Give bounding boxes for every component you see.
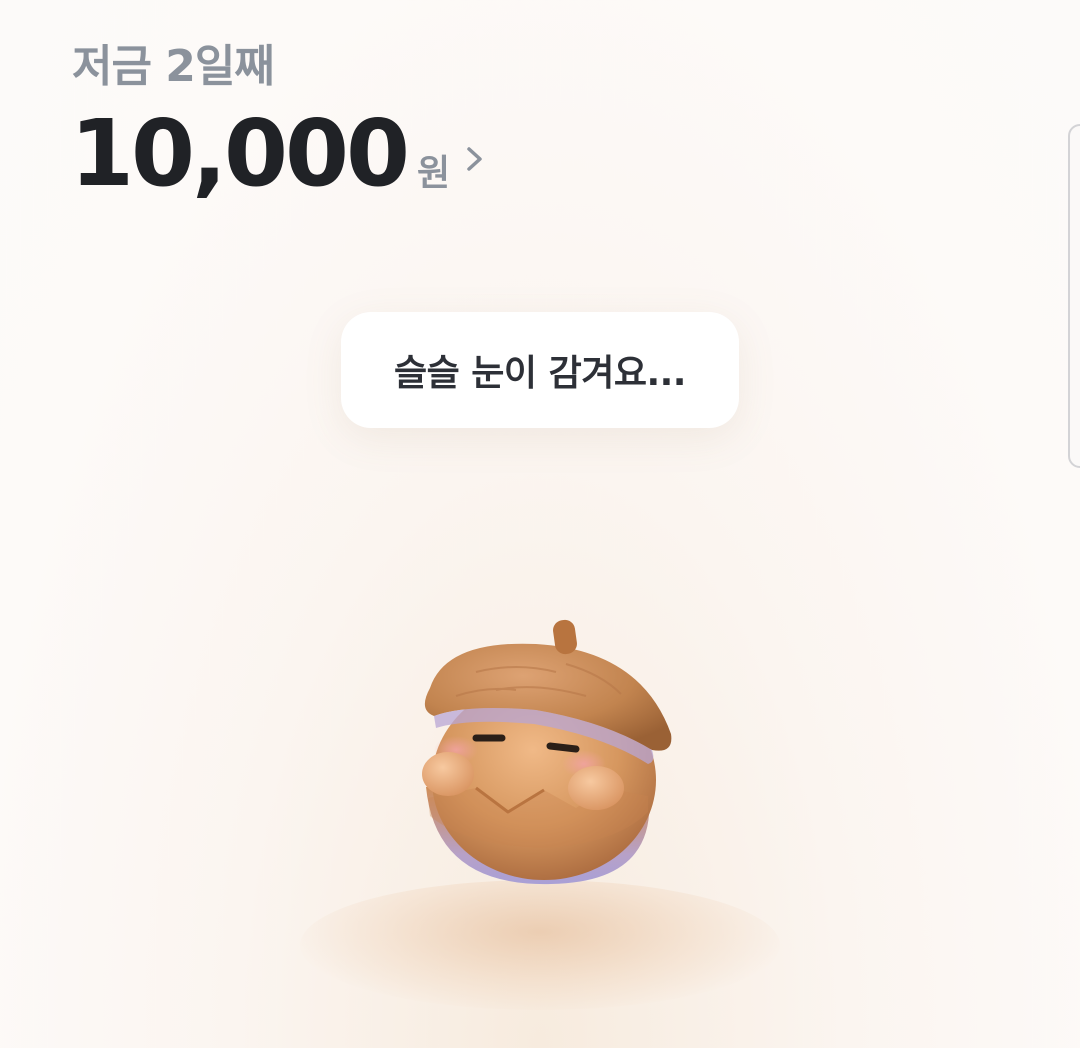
chevron-right-icon: [467, 147, 482, 171]
speech-bubble: 슬슬 눈이 감겨요...: [341, 312, 739, 428]
acorn-character-icon[interactable]: [416, 612, 682, 892]
savings-amount-link[interactable]: 10,000 원: [70, 108, 486, 200]
speech-bubble-text: 슬슬 눈이 감겨요...: [394, 353, 686, 394]
currency-unit: 원: [417, 153, 451, 194]
savings-day-label: 저금 2일째: [72, 41, 275, 92]
character-shadow: [300, 880, 780, 1010]
savings-amount: 10,000: [70, 100, 410, 207]
side-panel-handle[interactable]: [1068, 124, 1080, 468]
